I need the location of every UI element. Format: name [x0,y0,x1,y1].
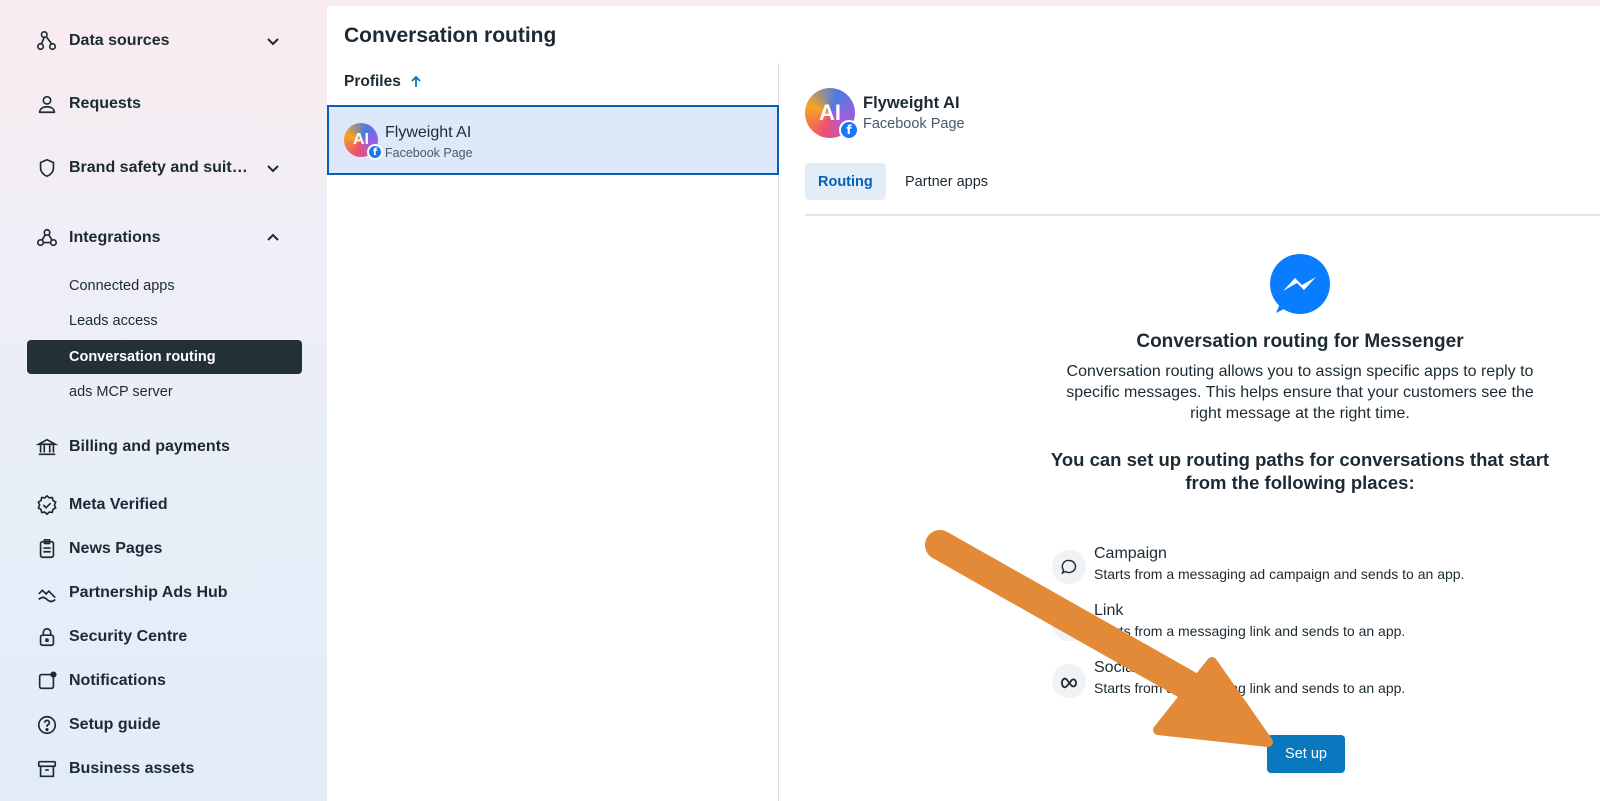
profile-row[interactable]: AI f Flyweight AI Facebook Page [327,105,779,175]
question-icon [35,713,59,737]
profile-type: Facebook Page [385,146,473,160]
routing-description: Conversation routing allows you to assig… [1066,363,1534,422]
nav-security-centre[interactable]: Security Centre [35,625,187,649]
nav-business-assets[interactable]: Business assets [35,757,194,781]
facebook-icon: f [367,144,383,160]
nav-setup-guide[interactable]: Setup guide [35,713,161,737]
data-sources-icon [35,29,59,53]
profiles-header-label: Profiles [344,73,401,90]
meta-icon [1052,664,1086,698]
nav-label: Data sources [69,32,170,49]
bank-icon [35,435,59,459]
nav-label: Requests [69,95,142,112]
lock-icon [35,625,59,649]
nav-label: Billing and payments [69,438,230,455]
messenger-icon [1268,253,1332,317]
tab-routing[interactable]: Routing [805,163,886,200]
place-desc: Starts from a messaging link and sends t… [1094,623,1406,639]
archive-icon [35,757,59,781]
sub-item-ads-mcp-server[interactable]: ads MCP server [27,375,302,409]
nav-data-sources[interactable]: Data sources [35,29,170,53]
empty-state: Conversation routing for Messenger Conve… [1050,253,1550,494]
nav-notifications[interactable]: Notifications [35,669,166,693]
nav-integrations[interactable]: Integrations [35,226,161,250]
partnership-icon [35,581,59,605]
facebook-icon: f [839,120,859,140]
tab-divider [805,214,1600,216]
person-icon [35,92,59,116]
detail-panel: AI f Flyweight AI Facebook Page Routing … [780,63,1600,801]
nav-label: Partnership Ads Hub [69,584,228,601]
detail-name: Flyweight AI [863,94,960,112]
tab-partner-apps[interactable]: Partner apps [892,163,1001,200]
nav-meta-verified[interactable]: Meta Verified [35,493,168,517]
notification-icon [35,669,59,693]
clipboard-icon [35,537,59,561]
sidebar: Data sources Requests Brand safety and s… [0,0,327,801]
sub-item-leads-access[interactable]: Leads access [27,304,302,338]
nav-news-pages[interactable]: News Pages [35,537,162,561]
verified-badge-icon [35,493,59,517]
profiles-sort-header[interactable]: Profiles [344,73,423,91]
sub-item-conversation-routing[interactable]: Conversation routing [27,340,302,374]
chevron-up-icon[interactable] [263,228,283,248]
nav-brand-safety[interactable]: Brand safety and suit… [35,156,248,180]
link-icon [1052,607,1086,641]
page-title: Conversation routing [344,24,557,47]
place-desc: Starts from a messaging ad campaign and … [1094,566,1465,582]
nav-label: Meta Verified [69,496,168,513]
nav-billing[interactable]: Billing and payments [35,435,230,459]
chevron-down-icon[interactable] [263,158,283,178]
nav-label: Notifications [69,672,166,689]
detail-type: Facebook Page [863,116,965,132]
place-title: Link [1094,602,1124,619]
sort-arrow-up-icon [411,75,421,87]
nav-label: Brand safety and suit… [69,159,248,176]
routing-subheading: You can set up routing paths for convers… [1050,449,1550,493]
integrations-icon [35,226,59,250]
chevron-down-icon[interactable] [263,31,283,51]
nav-label: News Pages [69,540,163,557]
main-panel: Conversation routing Profiles AI f Flywe… [327,6,1600,801]
profile-name: Flyweight AI [385,124,472,141]
nav-requests[interactable]: Requests [35,92,141,116]
detail-avatar: AI f [805,88,859,140]
nav-label: Integrations [69,229,161,246]
chat-bubble-icon [1052,550,1086,584]
avatar: AI f [344,123,383,160]
set-up-button[interactable]: Set up [1267,735,1345,773]
shield-icon [35,156,59,180]
nav-label: Setup guide [69,716,161,733]
place-desc: Starts from a messaging link and sends t… [1094,680,1406,696]
place-title: Campaign [1094,545,1167,562]
routing-heading: Conversation routing for Messenger [1136,331,1464,352]
profiles-list: Profiles AI f Flyweight AI Facebook Page [327,63,779,801]
place-title: Social [1094,659,1138,676]
nav-partnership-ads-hub[interactable]: Partnership Ads Hub [35,581,228,605]
sub-item-connected-apps[interactable]: Connected apps [27,269,302,303]
nav-label: Business assets [69,760,195,777]
nav-label: Security Centre [69,628,188,645]
